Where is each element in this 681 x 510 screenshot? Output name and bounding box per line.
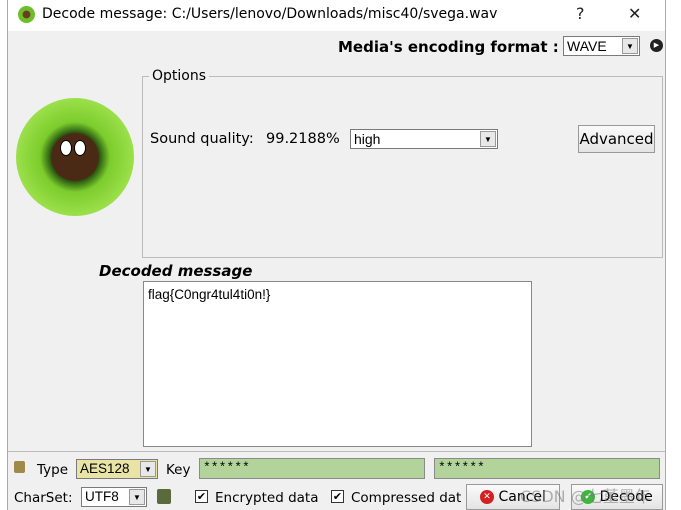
key-label: Key (166, 462, 191, 478)
quality-value: high (354, 131, 381, 147)
chevron-down-icon: ▼ (129, 489, 145, 505)
chevron-down-icon: ▼ (140, 461, 156, 477)
key-input[interactable]: ****** (199, 458, 425, 479)
compressed-label: Compressed dat (351, 490, 462, 506)
decoded-text: flag{C0ngr4tul4ti0n!} (148, 287, 271, 302)
play-icon[interactable]: ▶ (650, 39, 663, 52)
app-icon (18, 6, 35, 23)
type-label: Type (37, 462, 69, 478)
title-bar: Decode message: C:/Users/lenovo/Download… (8, 0, 665, 31)
options-legend: Options (152, 68, 207, 84)
close-button[interactable]: ✕ (628, 4, 641, 23)
compressed-checkbox[interactable]: ✔ (331, 490, 344, 503)
format-select[interactable]: WAVE ▼ (563, 36, 640, 56)
encrypted-label: Encrypted data (215, 490, 319, 506)
decoded-label: Decoded message (99, 262, 253, 280)
advanced-button[interactable]: Advanced (578, 125, 655, 153)
charset-label: CharSet: (14, 490, 73, 506)
chevron-down-icon: ▼ (480, 131, 496, 147)
help-button[interactable]: ? (576, 4, 585, 23)
type-select[interactable]: AES128 ▼ (76, 459, 158, 479)
mascot-logo (16, 98, 134, 216)
encrypted-checkbox[interactable]: ✔ (195, 490, 208, 503)
lock-icon (14, 461, 25, 473)
window-title: Decode message: C:/Users/lenovo/Download… (42, 6, 498, 22)
charset-value: UTF8 (85, 489, 119, 504)
type-value: AES128 (80, 461, 130, 476)
format-label: Media's encoding format : (338, 38, 559, 56)
decode-dialog: Decode message: C:/Users/lenovo/Download… (7, 0, 666, 510)
format-value: WAVE (567, 38, 607, 54)
chevron-down-icon: ▼ (622, 38, 638, 54)
divider (8, 451, 665, 452)
charset-select[interactable]: UTF8 ▼ (81, 487, 147, 507)
key-confirm-input[interactable]: ****** (434, 458, 660, 479)
watermark: CSDN @七堇墨年 (520, 487, 651, 506)
options-group: Options (142, 68, 663, 258)
book-icon[interactable] (157, 489, 171, 504)
sound-quality-label: Sound quality: (150, 131, 254, 147)
cancel-icon: ✕ (480, 490, 495, 504)
decoded-message-textarea[interactable]: flag{C0ngr4tul4ti0n!} (143, 281, 532, 447)
sound-quality-value: 99.2188% (266, 131, 340, 147)
quality-select[interactable]: high ▼ (350, 129, 498, 149)
